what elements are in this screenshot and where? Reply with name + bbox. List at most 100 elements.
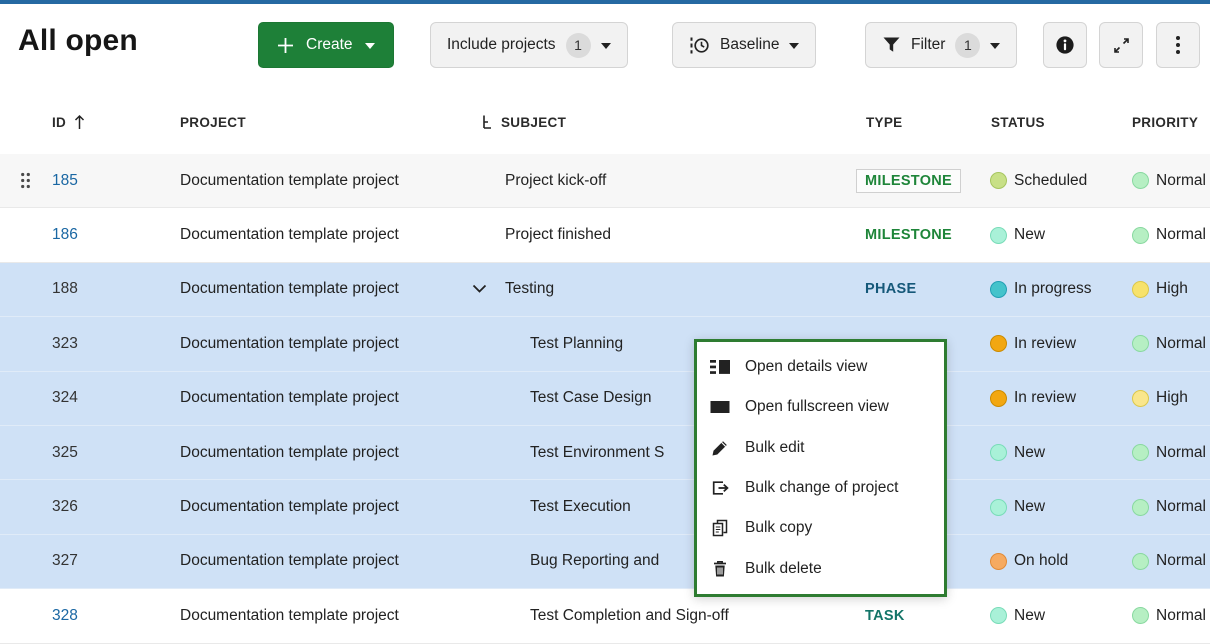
priority-label[interactable]: High — [1156, 389, 1188, 407]
project-name[interactable]: Documentation template project — [180, 607, 399, 625]
table-row[interactable]: 328 Documentation template project Test … — [0, 589, 1210, 643]
menu-item-open-details-view[interactable]: Open details view — [697, 347, 944, 387]
funnel-icon — [882, 36, 901, 54]
drag-handle-icon[interactable] — [20, 172, 31, 189]
priority-label[interactable]: Normal — [1156, 172, 1206, 190]
work-package-id-link[interactable]: 185 — [52, 172, 78, 190]
column-header-priority[interactable]: PRIORITY — [1132, 90, 1198, 154]
change-project-icon — [710, 479, 730, 497]
type-label[interactable]: MILESTONE — [856, 169, 961, 193]
priority-color-dot — [1132, 553, 1149, 570]
table-row[interactable]: 185 Documentation template project Proje… — [0, 154, 1210, 208]
create-button[interactable]: Create — [258, 22, 394, 68]
collapse-hierarchy-chevron-icon[interactable] — [472, 284, 487, 294]
column-header-subject[interactable]: SUBJECT — [481, 90, 566, 154]
work-package-id-link[interactable]: 186 — [52, 226, 78, 244]
column-header-type[interactable]: TYPE — [866, 90, 902, 154]
menu-item-bulk-copy[interactable]: Bulk copy — [697, 508, 944, 548]
project-name[interactable]: Documentation template project — [180, 226, 399, 244]
kebab-menu-icon — [1175, 35, 1181, 55]
priority-color-dot — [1132, 172, 1149, 189]
type-label[interactable]: TASK — [865, 608, 905, 624]
priority-color-dot — [1132, 335, 1149, 352]
menu-item-bulk-edit[interactable]: Bulk edit — [697, 428, 944, 468]
menu-item-bulk-change-of-project[interactable]: Bulk change of project — [697, 468, 944, 508]
filter-button[interactable]: Filter 1 — [865, 22, 1017, 68]
project-name[interactable]: Documentation template project — [180, 498, 399, 516]
create-button-label: Create — [306, 36, 353, 54]
project-name[interactable]: Documentation template project — [180, 280, 399, 298]
work-package-id-link[interactable]: 327 — [52, 552, 78, 570]
priority-label[interactable]: Normal — [1156, 607, 1206, 625]
status-label[interactable]: In review — [1014, 389, 1076, 407]
status-label[interactable]: In review — [1014, 335, 1076, 353]
project-name[interactable]: Documentation template project — [180, 552, 399, 570]
priority-label[interactable]: Normal — [1156, 444, 1206, 462]
table-row[interactable]: 327 Documentation template project Bug R… — [0, 535, 1210, 589]
subject-text[interactable]: Test Completion and Sign-off — [530, 607, 729, 625]
subject-text[interactable]: Test Execution — [530, 498, 631, 516]
priority-label[interactable]: Normal — [1156, 335, 1206, 353]
column-header-project[interactable]: PROJECT — [180, 90, 246, 154]
subject-text[interactable]: Bug Reporting and — [530, 552, 659, 570]
project-name[interactable]: Documentation template project — [180, 335, 399, 353]
include-projects-button[interactable]: Include projects 1 — [430, 22, 628, 68]
table-row[interactable]: 324 Documentation template project Test … — [0, 372, 1210, 426]
work-package-id-link[interactable]: 323 — [52, 335, 78, 353]
column-header-id[interactable]: ID — [52, 90, 85, 154]
table-row[interactable]: 323 Documentation template project Test … — [0, 317, 1210, 371]
status-color-dot — [990, 607, 1007, 624]
priority-label[interactable]: High — [1156, 280, 1188, 298]
project-name[interactable]: Documentation template project — [180, 389, 399, 407]
status-label[interactable]: New — [1014, 226, 1045, 244]
priority-color-dot — [1132, 227, 1149, 244]
priority-label[interactable]: Normal — [1156, 498, 1206, 516]
info-icon — [1055, 35, 1075, 55]
baseline-button[interactable]: Baseline — [672, 22, 816, 68]
include-projects-count-badge: 1 — [566, 33, 591, 58]
status-label[interactable]: On hold — [1014, 552, 1068, 570]
chevron-down-icon — [990, 43, 1000, 49]
subject-text[interactable]: Test Planning — [530, 335, 623, 353]
status-color-dot — [990, 499, 1007, 516]
status-label[interactable]: New — [1014, 498, 1045, 516]
menu-item-open-fullscreen-view[interactable]: Open fullscreen view — [697, 387, 944, 427]
status-label[interactable]: In progress — [1014, 280, 1092, 298]
table-row[interactable]: 325 Documentation template project Test … — [0, 426, 1210, 480]
fullscreen-toggle-button[interactable] — [1099, 22, 1143, 68]
project-name[interactable]: Documentation template project — [180, 172, 399, 190]
filter-label: Filter — [911, 36, 945, 54]
subject-text[interactable]: Project finished — [505, 226, 611, 244]
subject-text[interactable]: Project kick-off — [505, 172, 606, 190]
page-title: All open — [18, 24, 138, 58]
delete-icon — [710, 560, 730, 578]
project-name[interactable]: Documentation template project — [180, 444, 399, 462]
type-label[interactable]: PHASE — [865, 281, 916, 297]
column-header-status[interactable]: STATUS — [991, 90, 1045, 154]
work-package-id-link[interactable]: 188 — [52, 280, 78, 298]
subject-text[interactable]: Test Case Design — [530, 389, 651, 407]
subject-text[interactable]: Testing — [505, 280, 554, 298]
type-label[interactable]: MILESTONE — [865, 227, 952, 243]
chevron-down-icon — [365, 43, 375, 49]
table-row[interactable]: 186 Documentation template project Proje… — [0, 208, 1210, 262]
work-package-id-link[interactable]: 328 — [52, 607, 78, 625]
priority-label[interactable]: Normal — [1156, 226, 1206, 244]
menu-item-bulk-delete[interactable]: Bulk delete — [697, 548, 944, 588]
priority-label[interactable]: Normal — [1156, 552, 1206, 570]
status-label[interactable]: Scheduled — [1014, 172, 1087, 190]
details-view-icon — [710, 359, 730, 375]
work-package-id-link[interactable]: 324 — [52, 389, 78, 407]
more-options-button[interactable] — [1156, 22, 1200, 68]
table-body: 185 Documentation template project Proje… — [0, 154, 1210, 644]
table-row[interactable]: 326 Documentation template project Test … — [0, 480, 1210, 534]
info-button[interactable] — [1043, 22, 1087, 68]
status-label[interactable]: New — [1014, 444, 1045, 462]
status-color-dot — [990, 172, 1007, 189]
work-package-id-link[interactable]: 325 — [52, 444, 78, 462]
status-label[interactable]: New — [1014, 607, 1045, 625]
chevron-down-icon — [789, 43, 799, 49]
subject-text[interactable]: Test Environment S — [530, 444, 664, 462]
work-package-id-link[interactable]: 326 — [52, 498, 78, 516]
table-row[interactable]: 188 Documentation template project Testi… — [0, 263, 1210, 317]
